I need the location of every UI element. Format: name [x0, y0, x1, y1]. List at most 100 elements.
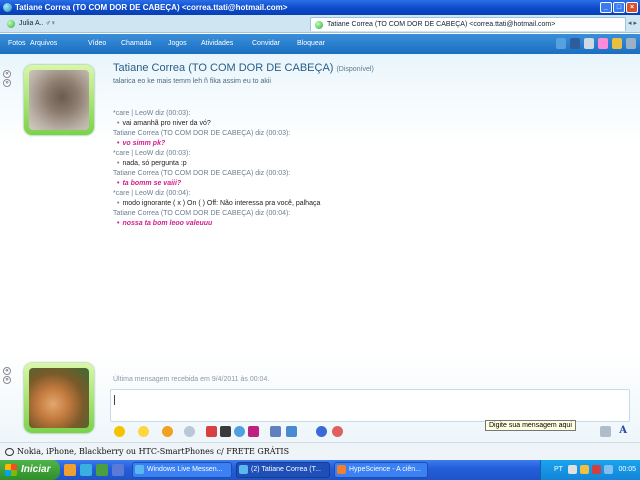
message-sender-line: *care | LeoW diz (00:03):: [113, 150, 191, 157]
tab-label: Julia A.. ♂♀: [19, 20, 56, 27]
emoticon-icon[interactable]: [584, 38, 594, 49]
heart-icon[interactable]: [598, 38, 608, 49]
contact-personal-message: talarica eo ke mais temm leh ñ fika assi…: [113, 78, 271, 85]
volume-icon[interactable]: [604, 465, 613, 474]
messenger-icon: [135, 465, 144, 474]
task-browser[interactable]: HypeScience - A ciên...: [334, 462, 428, 478]
font-style-icon[interactable]: A: [619, 425, 627, 436]
browser-icon: [337, 465, 346, 474]
contact-avatar[interactable]: [24, 65, 94, 135]
contact-availability: (Disponível): [336, 66, 374, 73]
message-line: • nossa ta bom leoo valeuuu: [113, 219, 593, 229]
background-icon[interactable]: [316, 426, 327, 437]
user-avatar[interactable]: [24, 363, 94, 433]
voice-icon[interactable]: [206, 426, 217, 437]
tab-julia[interactable]: Julia A.. ♂♀: [3, 17, 303, 31]
taskbar: Iniciar Windows Live Messen... (2) Tatia…: [0, 460, 640, 480]
conversation-tabs: Julia A.. ♂♀ Tatiane Correa (TO COM DOR …: [0, 15, 640, 33]
font-icon[interactable]: [270, 426, 281, 437]
language-indicator[interactable]: PT: [554, 460, 563, 480]
message-text: vo simm pk?: [122, 140, 166, 147]
windows-logo-icon: [5, 464, 17, 476]
start-label: Iniciar: [21, 464, 51, 475]
window-titlebar[interactable]: Tatiane Correa (TO COM DOR DE CABEÇA) <c…: [0, 0, 640, 15]
input-tooltip: Digite sua mensagem aqui: [485, 420, 576, 431]
message-text: ta bomm se vaiii?: [122, 180, 182, 187]
tab-tatiane[interactable]: Tatiane Correa (TO COM DOR DE CABEÇA) <c…: [310, 17, 626, 31]
emoticon-icon[interactable]: [114, 426, 125, 437]
menu-fotos[interactable]: Fotos: [8, 34, 26, 54]
maximize-button[interactable]: □: [613, 2, 625, 13]
bullet-icon: •: [117, 160, 120, 167]
message-line: • nada, só pergunta :p: [113, 159, 593, 169]
send-file-icon[interactable]: [556, 38, 566, 49]
message-sender-line: *care | LeoW diz (00:04):: [113, 190, 191, 197]
signature-icon[interactable]: [332, 426, 343, 437]
message-line: • vo simm pk?: [113, 139, 593, 149]
messenger-icon: [3, 3, 12, 12]
share-icon[interactable]: [234, 426, 245, 437]
contact-photo: [29, 70, 89, 130]
menu-video[interactable]: Vídeo: [88, 34, 106, 54]
online-status-icon: [7, 20, 15, 28]
menu-jogos[interactable]: Jogos: [168, 34, 187, 54]
network-icon[interactable]: [568, 465, 577, 474]
collapse-icon[interactable]: «: [3, 367, 11, 375]
user-photo: [29, 368, 89, 428]
window-controls: _ □ ×: [600, 2, 638, 13]
format-icon[interactable]: [286, 426, 297, 437]
message-text: vai amanhã pro niver da vó?: [122, 120, 211, 127]
bullet-icon: •: [117, 220, 120, 227]
message-line: • ta bomm se vaiii?: [113, 179, 593, 189]
clock: 00:05: [618, 466, 636, 473]
phone-icon: [5, 448, 14, 456]
menu-bar: Fotos Arquivos Vídeo Chamada Jogos Ativi…: [0, 34, 640, 54]
voice-clip-icon[interactable]: [184, 426, 195, 437]
message-input[interactable]: [110, 389, 630, 422]
message-sender-line: *care | LeoW diz (00:03):: [113, 110, 191, 117]
task-messenger[interactable]: Windows Live Messen...: [132, 462, 232, 478]
message-text: nossa ta bom leoo valeuuu: [122, 220, 213, 227]
message-text: nada, só pergunta :p: [122, 160, 187, 167]
menu-atividades[interactable]: Atividades: [201, 34, 233, 54]
games-icon[interactable]: [220, 426, 231, 437]
messenger-quicklaunch-icon[interactable]: [80, 464, 92, 476]
firefox-icon[interactable]: [64, 464, 76, 476]
minimize-button[interactable]: _: [600, 2, 612, 13]
message-line: • modo ignorante ( x ) On ( ) Off: Não in…: [113, 199, 593, 209]
message-sender-line: Tatiane Correa (TO COM DOR DE CABEÇA) di…: [113, 130, 291, 137]
close-button[interactable]: ×: [626, 2, 638, 13]
explorer-icon[interactable]: [112, 464, 124, 476]
menu-bloquear[interactable]: Bloquear: [297, 34, 325, 54]
message-line: • vai amanhã pro niver da vó?: [113, 119, 593, 129]
expand-icon[interactable]: »: [3, 79, 11, 87]
settings-icon[interactable]: [626, 38, 636, 49]
contact-name: Tatiane Correa (TO COM DOR DE CABEÇA): [113, 62, 334, 74]
message-sender-line: Tatiane Correa (TO COM DOR DE CABEÇA) di…: [113, 170, 291, 177]
background-icon[interactable]: [612, 38, 622, 49]
window-title: Tatiane Correa (TO COM DOR DE CABEÇA) <c…: [15, 3, 288, 12]
message-text: modo ignorante ( x ) On ( ) Off: Não int…: [122, 200, 321, 207]
expand-icon[interactable]: »: [3, 376, 11, 384]
contact-card-icon[interactable]: [570, 38, 580, 49]
messenger-status-icon[interactable]: [580, 465, 589, 474]
menu-arquivos[interactable]: Arquivos: [30, 34, 57, 54]
ink-icon[interactable]: [248, 426, 259, 437]
task-conversation[interactable]: (2) Tatiane Correa (T...: [236, 462, 330, 478]
collapse-icon[interactable]: «: [3, 70, 11, 78]
nudge-icon[interactable]: [162, 426, 173, 437]
bullet-icon: •: [117, 140, 120, 147]
start-button[interactable]: Iniciar: [0, 460, 60, 480]
menu-convidar[interactable]: Convidar: [252, 34, 280, 54]
security-icon[interactable]: [592, 465, 601, 474]
tab-label: Tatiane Correa (TO COM DOR DE CABEÇA) <c…: [327, 21, 556, 28]
handwriting-icon[interactable]: [600, 426, 611, 437]
wink-icon[interactable]: [138, 426, 149, 437]
task-label: (2) Tatiane Correa (T...: [251, 466, 321, 473]
menu-chamada[interactable]: Chamada: [121, 34, 151, 54]
tab-scroll-icon[interactable]: ◂ ▸: [628, 19, 637, 27]
bullet-icon: •: [117, 200, 120, 207]
promo-bar[interactable]: Nokia, iPhone, Blackberry ou HTC-SmartPh…: [0, 442, 640, 460]
desktop-icon[interactable]: [96, 464, 108, 476]
promo-text[interactable]: Nokia, iPhone, Blackberry ou HTC-SmartPh…: [17, 447, 289, 456]
